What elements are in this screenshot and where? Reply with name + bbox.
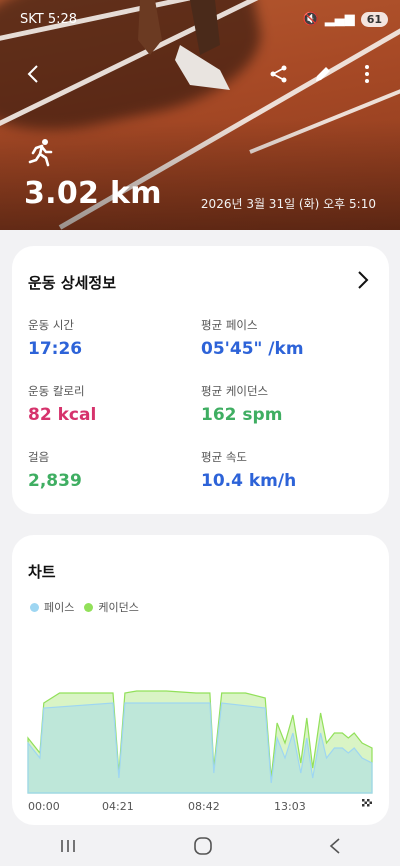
more-options-button[interactable] (354, 61, 380, 87)
total-distance: 3.02 km (24, 176, 162, 211)
metric-value: 17:26 (28, 339, 83, 359)
metric-duration: 운동 시간 17:26 (28, 317, 198, 359)
x-tick-label: 13:03 (274, 800, 306, 813)
pace-cadence-chart[interactable]: 00:00 04:21 08:42 13:03 (12, 535, 389, 825)
battery-indicator: 61 (360, 11, 388, 27)
metric-label: 평균 케이던스 (201, 384, 269, 398)
pencil-icon (316, 67, 330, 81)
x-tick-label: 00:00 (28, 800, 60, 813)
status-bar: SKT 5:28 🔇 ▂▄▆ 61 (20, 8, 388, 30)
x-tick-label: 04:21 (102, 800, 134, 813)
metric-avg-cadence: 평균 케이던스 162 spm (201, 383, 371, 425)
system-navigation-bar (0, 826, 400, 866)
top-app-bar (20, 60, 380, 88)
metric-steps: 걸음 2,839 (28, 449, 198, 491)
back-arrow-icon (27, 65, 38, 83)
metric-value: 162 spm (201, 405, 283, 425)
signal-icon: ▂▄▆ (324, 11, 355, 27)
workout-datetime: 2026년 3월 31일 (화) 오후 5:10 (200, 197, 376, 211)
metric-value: 82 kcal (28, 405, 97, 425)
metric-label: 걸음 (28, 450, 50, 464)
metric-value: 10.4 km/h (201, 471, 297, 491)
x-tick-label: 08:42 (188, 800, 220, 813)
workout-hero-image: SKT 5:28 🔇 ▂▄▆ 61 3.02 km 2026년 3월 31일 (… (0, 0, 400, 230)
metric-label: 평균 페이스 (201, 318, 258, 332)
metric-value: 05'45" /km (201, 339, 304, 359)
workout-details-card: 운동 상세정보 운동 시간 17:26 평균 페이스 05'45" /km 운동… (12, 246, 389, 514)
chart-card: 차트 페이스 케이던스 00:00 04:21 08:42 13:03 (12, 535, 389, 825)
home-icon[interactable] (193, 836, 213, 856)
metric-avg-pace: 평균 페이스 05'45" /km (201, 317, 371, 359)
metric-calories: 운동 칼로리 82 kcal (28, 383, 198, 425)
running-icon (28, 139, 53, 167)
metric-label: 평균 속도 (201, 450, 247, 464)
status-time: SKT 5:28 (20, 11, 78, 27)
back-button[interactable] (20, 61, 46, 87)
finish-flag-icon (362, 799, 372, 807)
chevron-right-icon[interactable] (353, 270, 373, 290)
metric-avg-speed: 평균 속도 10.4 km/h (201, 449, 371, 491)
share-icon (270, 65, 287, 83)
back-nav-icon[interactable] (328, 837, 342, 855)
details-title: 운동 상세정보 (28, 274, 117, 292)
metric-label: 운동 시간 (28, 318, 74, 332)
mute-icon: 🔇 (302, 11, 319, 27)
share-button[interactable] (266, 61, 292, 87)
metric-label: 운동 칼로리 (28, 384, 85, 398)
more-vert-icon (365, 65, 369, 83)
edit-button[interactable] (310, 61, 336, 87)
metric-value: 2,839 (28, 471, 82, 491)
recent-apps-icon[interactable] (58, 838, 78, 854)
